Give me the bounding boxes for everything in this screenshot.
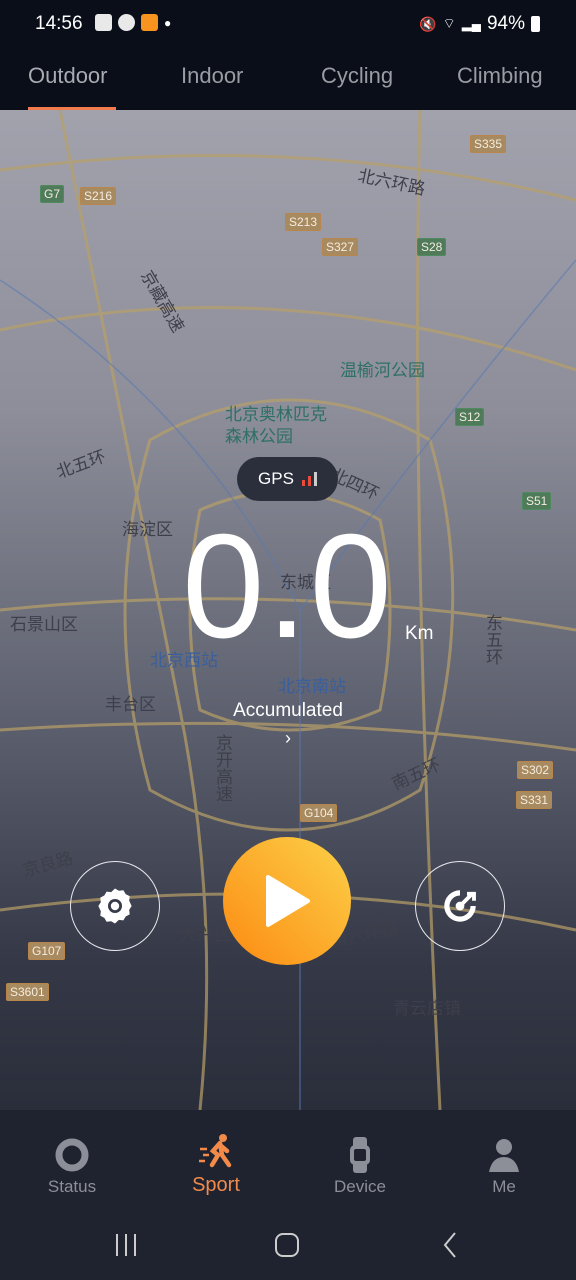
gps-label: GPS — [258, 469, 294, 488]
battery-text: 94% — [486, 13, 525, 34]
gps-indicator: GPS — [237, 457, 338, 501]
clock: 14:56 — [35, 13, 83, 34]
distance-unit: Km — [405, 623, 434, 644]
nav-label: Device — [334, 1177, 386, 1196]
nav-me[interactable]: Me — [454, 1135, 554, 1197]
nav-label: Me — [492, 1177, 516, 1196]
tab-climbing[interactable]: Climbing — [457, 63, 543, 89]
road-shield: S331 — [516, 791, 553, 809]
road-shield: G7 — [40, 185, 65, 203]
nav-label: Status — [47, 1177, 97, 1196]
map-label: 温榆河公园 — [340, 361, 425, 380]
nav-status[interactable]: Status — [22, 1135, 122, 1197]
road-shield: S302 — [517, 761, 554, 779]
nav-label: Sport — [192, 1174, 240, 1196]
gps-signal-icon — [301, 472, 317, 486]
chevron-right-icon[interactable]: › — [0, 728, 576, 749]
home-button[interactable] — [267, 1228, 307, 1262]
settings-button[interactable] — [70, 861, 160, 951]
road-shield: S12 — [455, 408, 485, 426]
target-button[interactable] — [415, 861, 505, 951]
cloud-icon — [118, 14, 135, 31]
gallery-icon — [95, 14, 112, 31]
back-button[interactable] — [430, 1228, 470, 1262]
signal-icon: ▂▄ — [461, 16, 481, 31]
road-shield: S327 — [322, 238, 359, 256]
notification-icons: ● — [95, 14, 171, 31]
nav-sport[interactable]: Sport — [166, 1132, 266, 1197]
tab-outdoor[interactable]: Outdoor — [28, 63, 108, 89]
status-icon — [55, 1138, 89, 1172]
back-icon — [443, 1232, 456, 1258]
tab-cycling[interactable]: Cycling — [321, 63, 393, 89]
road-shield: S216 — [80, 187, 117, 205]
status-bar: 14:56 ● 🔇 ⌔ ▂▄ 94% — [0, 0, 576, 50]
distance-value: 0.0 — [182, 504, 394, 669]
road-shield: G104 — [300, 804, 338, 822]
road-shield: S213 — [285, 213, 322, 231]
dot-icon: ● — [164, 15, 172, 30]
accumulated-link[interactable]: Accumulated — [0, 700, 576, 722]
wifi-icon: ⌔ — [442, 15, 456, 31]
app-notification-icon — [141, 14, 158, 31]
watch-icon — [350, 1137, 370, 1173]
home-icon — [275, 1233, 299, 1257]
road-shield: S51 — [522, 492, 552, 510]
gear-icon — [98, 888, 132, 924]
target-icon — [444, 890, 476, 922]
sport-type-tabs: Outdoor Indoor Cycling Climbing — [0, 50, 576, 110]
running-icon — [199, 1134, 232, 1168]
map-label: 森林公园 — [225, 427, 293, 446]
road-shield: S28 — [417, 238, 447, 256]
road-shield: G107 — [28, 942, 66, 960]
map-label: 青云店镇 — [393, 999, 461, 1018]
mute-icon: 🔇 — [419, 15, 437, 32]
map-label: 大兴区 — [180, 925, 231, 944]
recents-icon — [116, 1234, 136, 1256]
recent-apps-button[interactable] — [106, 1228, 146, 1262]
battery-icon — [531, 16, 540, 32]
play-icon — [266, 875, 310, 927]
road-shield: S3601 — [6, 983, 49, 1001]
map-label: 北京南站 — [278, 677, 346, 696]
road-shield: S335 — [470, 135, 507, 153]
start-button[interactable] — [223, 837, 351, 965]
nav-device[interactable]: Device — [310, 1135, 410, 1197]
tab-indoor[interactable]: Indoor — [181, 63, 243, 89]
person-icon — [489, 1139, 519, 1172]
